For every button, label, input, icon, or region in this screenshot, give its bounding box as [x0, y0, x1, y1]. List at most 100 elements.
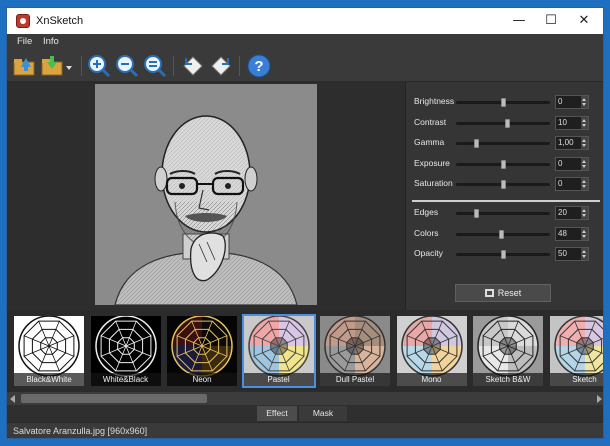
spin-arrows-icon[interactable]	[581, 248, 588, 260]
spin-arrows-icon[interactable]	[581, 137, 588, 149]
value-text: 0	[558, 179, 563, 188]
reset-icon	[484, 289, 494, 297]
slider-label: Exposure	[414, 157, 450, 168]
menu-file[interactable]: File	[17, 36, 32, 47]
effect-thumbnail-white-black[interactable]: White&Black	[90, 315, 161, 386]
value-text: 1,00	[558, 138, 574, 147]
value-field[interactable]: 10	[555, 115, 589, 130]
scroll-right-icon[interactable]	[597, 395, 602, 403]
zoom-fit-icon[interactable]	[143, 54, 167, 78]
spin-arrows-icon[interactable]	[581, 178, 588, 190]
slider-thumb[interactable]	[500, 180, 506, 189]
slider-row-exposure: Exposure 0	[414, 156, 598, 171]
tab-effect[interactable]: Effect	[257, 406, 297, 421]
slider-track[interactable]	[456, 229, 550, 239]
slider-thumb[interactable]	[500, 159, 506, 169]
open-folder-icon[interactable]	[13, 54, 37, 78]
spin-arrows-icon[interactable]	[581, 116, 588, 129]
tab-mask[interactable]: Mask	[299, 406, 347, 421]
value-field[interactable]: 0	[555, 95, 589, 109]
effect-label: Black&White	[14, 373, 84, 386]
effect-thumbnail-dull-pastel[interactable]: Dull Pastel	[320, 315, 390, 386]
slider-row-contrast: Contrast 10	[414, 115, 598, 130]
window-title: XnSketch	[36, 15, 84, 27]
slider-row-saturation: Saturation 0	[414, 177, 598, 191]
slider-row-edges: Edges 20	[414, 206, 598, 220]
value-field[interactable]: 50	[555, 247, 589, 261]
slider-thumb[interactable]	[473, 209, 479, 218]
slider-label: Colors	[414, 227, 439, 238]
help-icon[interactable]: ?	[247, 54, 271, 78]
menu-bar: File Info	[7, 34, 603, 50]
slider-track[interactable]	[456, 180, 550, 189]
effect-label: Pastel	[243, 373, 314, 386]
image-viewer[interactable]	[7, 82, 405, 310]
slider-row-opacity: Opacity 50	[414, 247, 598, 261]
slider-thumb[interactable]	[504, 118, 510, 128]
scroll-left-icon[interactable]	[10, 395, 15, 403]
slider-label: Edges	[414, 207, 439, 217]
slider-track[interactable]	[456, 118, 550, 128]
effect-thumbnail-black-white[interactable]: Black&White	[14, 315, 84, 386]
effect-label: Sketch B&W	[473, 373, 543, 386]
effect-label: Mono	[396, 373, 467, 386]
minimize-icon[interactable]: —	[503, 11, 535, 31]
effect-label: Dull Pastel	[320, 373, 390, 386]
spin-arrows-icon[interactable]	[581, 96, 588, 108]
slider-thumb[interactable]	[500, 98, 506, 107]
spin-arrows-icon[interactable]	[581, 207, 588, 219]
slider-thumb[interactable]	[498, 229, 504, 239]
value-field[interactable]: 0	[555, 177, 589, 191]
status-text: Salvatore Aranzulla.jpg [960x960]	[13, 426, 148, 436]
effect-thumbnail-sketch[interactable]: Sketch	[549, 315, 603, 386]
slider-row-brightness: Brightness 0	[414, 95, 598, 109]
effect-thumbnail-mono[interactable]: Mono	[396, 315, 467, 386]
slider-track[interactable]	[456, 209, 550, 218]
slider-label: Opacity	[414, 248, 443, 258]
app-logo-icon	[16, 14, 30, 28]
effect-label: Sketch	[549, 373, 603, 386]
effect-label: White&Black	[90, 373, 161, 386]
app-window: XnSketch — ☐ ✕ File Info ? Brightness 0 …	[6, 7, 604, 439]
value-text: 10	[558, 117, 567, 127]
reset-button[interactable]: Reset	[455, 284, 551, 302]
slider-label: Contrast	[414, 116, 447, 127]
rotate-left-icon[interactable]	[181, 54, 205, 78]
rotate-right-icon[interactable]	[209, 54, 233, 78]
slider-track[interactable]	[456, 159, 550, 169]
scrollbar-thumb[interactable]	[21, 394, 207, 403]
effect-thumbnail-sketch-b-w[interactable]: Sketch B&W	[473, 315, 543, 386]
slider-row-colors: Colors 48	[414, 226, 598, 241]
save-icon[interactable]	[41, 54, 77, 78]
slider-thumb[interactable]	[500, 250, 506, 259]
horizontal-scrollbar[interactable]	[7, 392, 603, 405]
slider-track[interactable]	[456, 139, 550, 148]
toolbar-separator	[81, 56, 82, 76]
value-field[interactable]: 20	[555, 206, 589, 220]
slider-label: Gamma	[414, 137, 445, 147]
value-field[interactable]: 0	[555, 156, 589, 171]
effects-strip: Black&White White&Black Neon Pastel Dull Pas…	[7, 310, 603, 392]
spin-arrows-icon[interactable]	[581, 157, 588, 170]
spin-arrows-icon[interactable]	[581, 227, 588, 240]
reset-label: Reset	[497, 288, 522, 298]
value-text: 0	[558, 97, 563, 106]
effect-thumbnail-neon[interactable]: Neon	[167, 315, 237, 386]
close-icon[interactable]: ✕	[568, 11, 600, 31]
slider-thumb[interactable]	[473, 139, 479, 148]
effect-thumbnail-pastel[interactable]: Pastel	[241, 314, 316, 388]
toolbar-separator	[173, 56, 174, 76]
slider-track[interactable]	[456, 250, 550, 259]
menu-info[interactable]: Info	[43, 36, 59, 47]
value-text: 50	[558, 249, 567, 258]
zoom-in-icon[interactable]	[87, 54, 111, 78]
maximize-icon[interactable]: ☐	[535, 11, 567, 31]
slider-track[interactable]	[456, 98, 550, 107]
zoom-out-icon[interactable]	[115, 54, 139, 78]
value-field[interactable]: 48	[555, 226, 589, 241]
sketch-preview-image	[95, 84, 317, 305]
value-field[interactable]: 1,00	[555, 136, 589, 150]
adjustments-panel: Brightness 0 Contrast 10 Gamma 1,00 Exposure 0 S…	[405, 82, 603, 310]
panel-divider	[412, 200, 600, 202]
title-bar: XnSketch — ☐ ✕	[7, 8, 603, 34]
